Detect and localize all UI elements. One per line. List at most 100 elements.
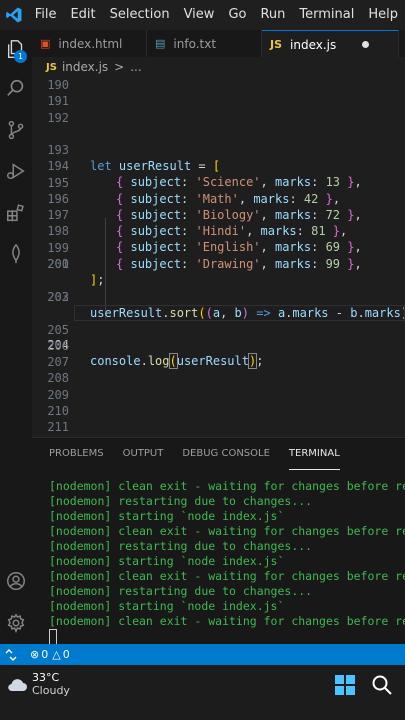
code-line: 203 xyxy=(32,289,405,305)
explorer-icon[interactable]: 1 xyxy=(0,32,32,66)
tab-debug-console[interactable]: DEBUG CONSOLE xyxy=(182,438,270,470)
tab-output[interactable]: OUTPUT xyxy=(123,438,164,470)
mongodb-leaf-icon[interactable] xyxy=(0,237,32,271)
terminal-line: [nodemon] restarting due to changes... xyxy=(49,539,313,553)
taskbar-search-icon[interactable] xyxy=(370,673,394,697)
js-file-icon: JS xyxy=(46,61,57,73)
menu-edit[interactable]: Edit xyxy=(63,0,102,30)
current-code-line: 204 console.log(userResult); xyxy=(32,305,405,370)
terminal-line: [nodemon] clean exit - waiting for chang… xyxy=(49,524,405,538)
line-number: 203 xyxy=(47,289,69,304)
editor-tabs: ▣ index.html ▤ info.txt JS index.js xyxy=(32,30,405,58)
source-control-icon[interactable] xyxy=(0,113,32,147)
menu-selection[interactable]: Selection xyxy=(103,0,177,30)
error-count: 0 xyxy=(41,648,49,661)
terminal-prompt[interactable] xyxy=(49,629,405,644)
terminal-line: [nodemon] restarting due to changes... xyxy=(49,584,313,598)
panel-tabs: PROBLEMS OUTPUT DEBUG CONSOLE TERMINAL xyxy=(32,438,405,470)
code-line: 196 { subject: 'Biology', marks: 72 }, xyxy=(32,175,405,222)
menu-view[interactable]: View xyxy=(177,0,222,30)
menu-bar: File Edit Selection View Go Run Terminal… xyxy=(0,0,405,30)
terminal-line: [nodemon] starting `node index.js` xyxy=(49,554,285,568)
html-file-icon: ▣ xyxy=(40,37,51,50)
weather-widget[interactable]: 33°C Cloudy xyxy=(6,671,70,697)
code-line: 202 userResult.sort((a, b) => a.marks - … xyxy=(32,273,405,320)
tab-label: index.js xyxy=(290,37,337,52)
tab-info-txt[interactable]: ▤ info.txt xyxy=(147,30,262,57)
extensions-icon[interactable] xyxy=(0,196,32,230)
code-line: 191 xyxy=(32,93,405,109)
line-number: 201 xyxy=(47,257,69,272)
tab-terminal[interactable]: TERMINAL xyxy=(288,438,340,470)
breadcrumb: JS index.js > ... xyxy=(32,57,405,77)
settings-gear-icon[interactable] xyxy=(0,606,32,640)
code-line: 197 { subject: 'Hindi', marks: 81 }, xyxy=(32,191,405,238)
code-line: 208 xyxy=(32,370,405,386)
terminal-line: [nodemon] clean exit - waiting for chang… xyxy=(49,479,405,493)
js-file-icon: JS xyxy=(270,38,283,51)
tab-index-js[interactable]: JS index.js xyxy=(262,30,399,58)
code-line: 205 xyxy=(32,322,405,338)
code-line: 190 xyxy=(32,77,405,93)
weather-condition: Cloudy xyxy=(32,684,70,697)
terminal-output[interactable]: [nodemon] clean exit - waiting for chang… xyxy=(32,470,405,644)
warning-icon[interactable]: △ xyxy=(52,648,60,661)
tab-label: index.html xyxy=(58,36,123,51)
menu-terminal[interactable]: Terminal xyxy=(292,0,361,30)
line-number: 210 xyxy=(47,404,69,418)
menu-help[interactable]: Help xyxy=(361,0,405,30)
breadcrumb-file[interactable]: index.js xyxy=(62,60,108,74)
menu-file[interactable]: File xyxy=(28,0,64,30)
line-number: 191 xyxy=(47,94,69,109)
breadcrumb-separator: > xyxy=(114,60,125,74)
line-number: 192 xyxy=(47,110,69,125)
code-line: 192 xyxy=(32,110,405,126)
remote-icon[interactable] xyxy=(0,648,22,661)
menu-go[interactable]: Go xyxy=(221,0,253,30)
line-number: 190 xyxy=(47,78,69,92)
activity-bar: 1 xyxy=(0,30,32,644)
menu-run[interactable]: Run xyxy=(253,0,292,30)
cloud-icon xyxy=(8,679,27,692)
terminal-line: [nodemon] clean exit - waiting for chang… xyxy=(49,614,405,628)
code-line: 206 xyxy=(32,338,405,354)
breadcrumb-more[interactable]: ... xyxy=(130,60,141,74)
code-line: 194 { subject: 'Science', marks: 13 }, xyxy=(32,142,405,189)
terminal-line: [nodemon] clean exit - waiting for chang… xyxy=(49,569,405,583)
code-line: 198 { subject: 'English', marks: 69 }, xyxy=(32,207,405,254)
text-file-icon: ▤ xyxy=(155,37,166,50)
vscode-logo-icon[interactable] xyxy=(0,0,28,30)
unsaved-dot-icon[interactable] xyxy=(362,41,370,48)
explorer-badge: 1 xyxy=(14,50,27,63)
terminal-line: [nodemon] restarting due to changes... xyxy=(49,494,313,508)
windows-start-icon[interactable] xyxy=(335,675,355,695)
account-icon[interactable] xyxy=(0,564,32,598)
os-taskbar: 33°C Cloudy xyxy=(0,665,405,720)
current-line-highlight xyxy=(74,305,405,322)
tab-index-html[interactable]: ▣ index.html xyxy=(32,30,147,57)
terminal-cursor xyxy=(49,629,57,644)
line-number: 205 xyxy=(47,322,69,337)
tab-label: info.txt xyxy=(173,36,217,51)
tab-problems[interactable]: PROBLEMS xyxy=(49,438,104,470)
code-line: 193 let userResult = [ xyxy=(32,126,405,173)
code-line: 209 xyxy=(32,387,405,403)
warning-count: 0 xyxy=(62,648,70,661)
code-line: 210 xyxy=(32,403,405,419)
code-editor[interactable]: 190 191 192 193 let userResult = [ 194 {… xyxy=(32,77,405,437)
terminal-line: [nodemon] starting `node index.js` xyxy=(49,509,285,523)
line-number: 211 xyxy=(47,420,69,435)
line-number: 207 xyxy=(47,355,69,370)
terminal-line: [nodemon] starting `node index.js` xyxy=(49,599,285,613)
weather-temperature: 33°C xyxy=(32,671,60,684)
code-line: 199 { subject: 'Drawing', marks: 99 }, xyxy=(32,224,405,271)
code-line: 195 { subject: 'Math', marks: 42 }, xyxy=(32,159,405,206)
code-line: 201 xyxy=(32,256,405,272)
code-line: 211 xyxy=(32,419,405,435)
run-debug-icon[interactable] xyxy=(0,154,32,188)
search-icon[interactable] xyxy=(0,71,32,105)
error-icon[interactable]: ⊗ xyxy=(30,648,39,661)
status-bar: ⊗ 0 △ 0 xyxy=(0,644,405,665)
line-number: 206 xyxy=(47,338,69,353)
code-line: 207 xyxy=(32,354,405,370)
